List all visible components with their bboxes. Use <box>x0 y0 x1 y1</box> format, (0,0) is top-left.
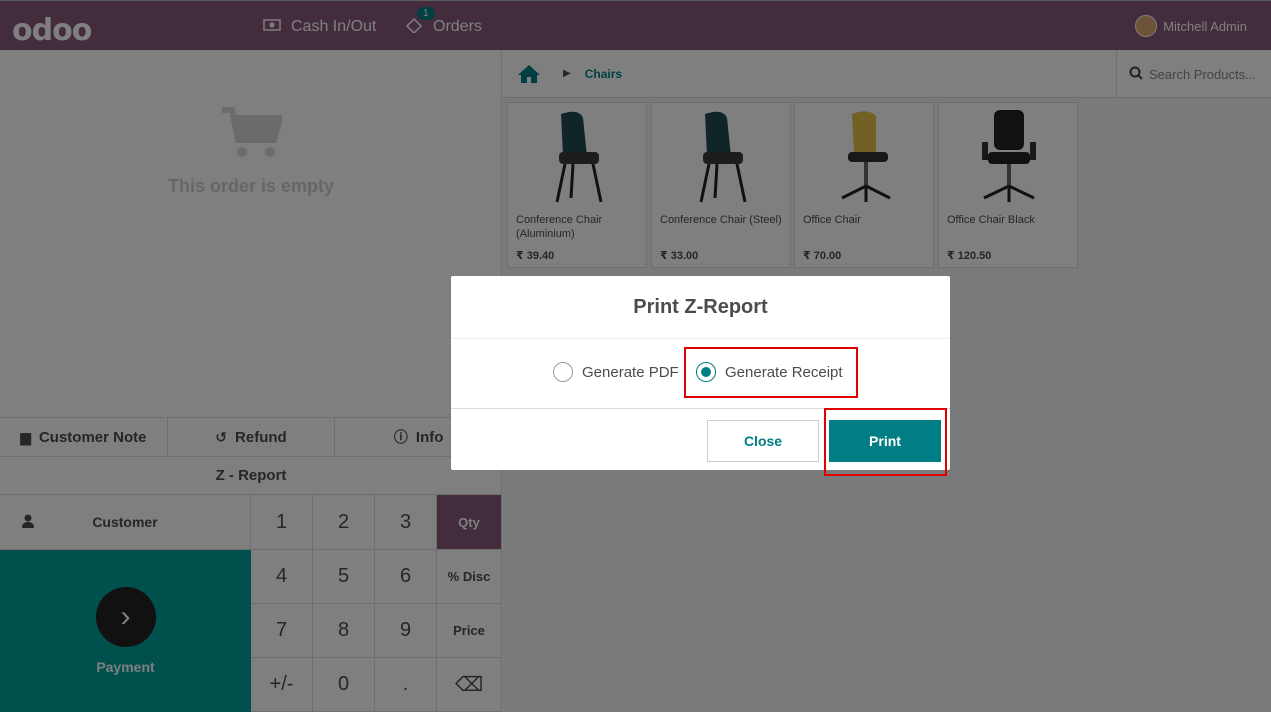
generate-pdf-label: Generate PDF <box>582 363 679 381</box>
radio-pdf[interactable] <box>553 362 573 382</box>
highlight-print-box <box>824 408 947 476</box>
z-report-dialog: Print Z-Report Generate PDF Generate Rec… <box>451 276 950 476</box>
close-button[interactable]: Close <box>707 420 819 462</box>
generate-pdf-option[interactable]: Generate PDF <box>553 362 679 382</box>
highlight-receipt-box <box>684 347 858 398</box>
dialog-title: Print Z-Report <box>451 276 950 339</box>
